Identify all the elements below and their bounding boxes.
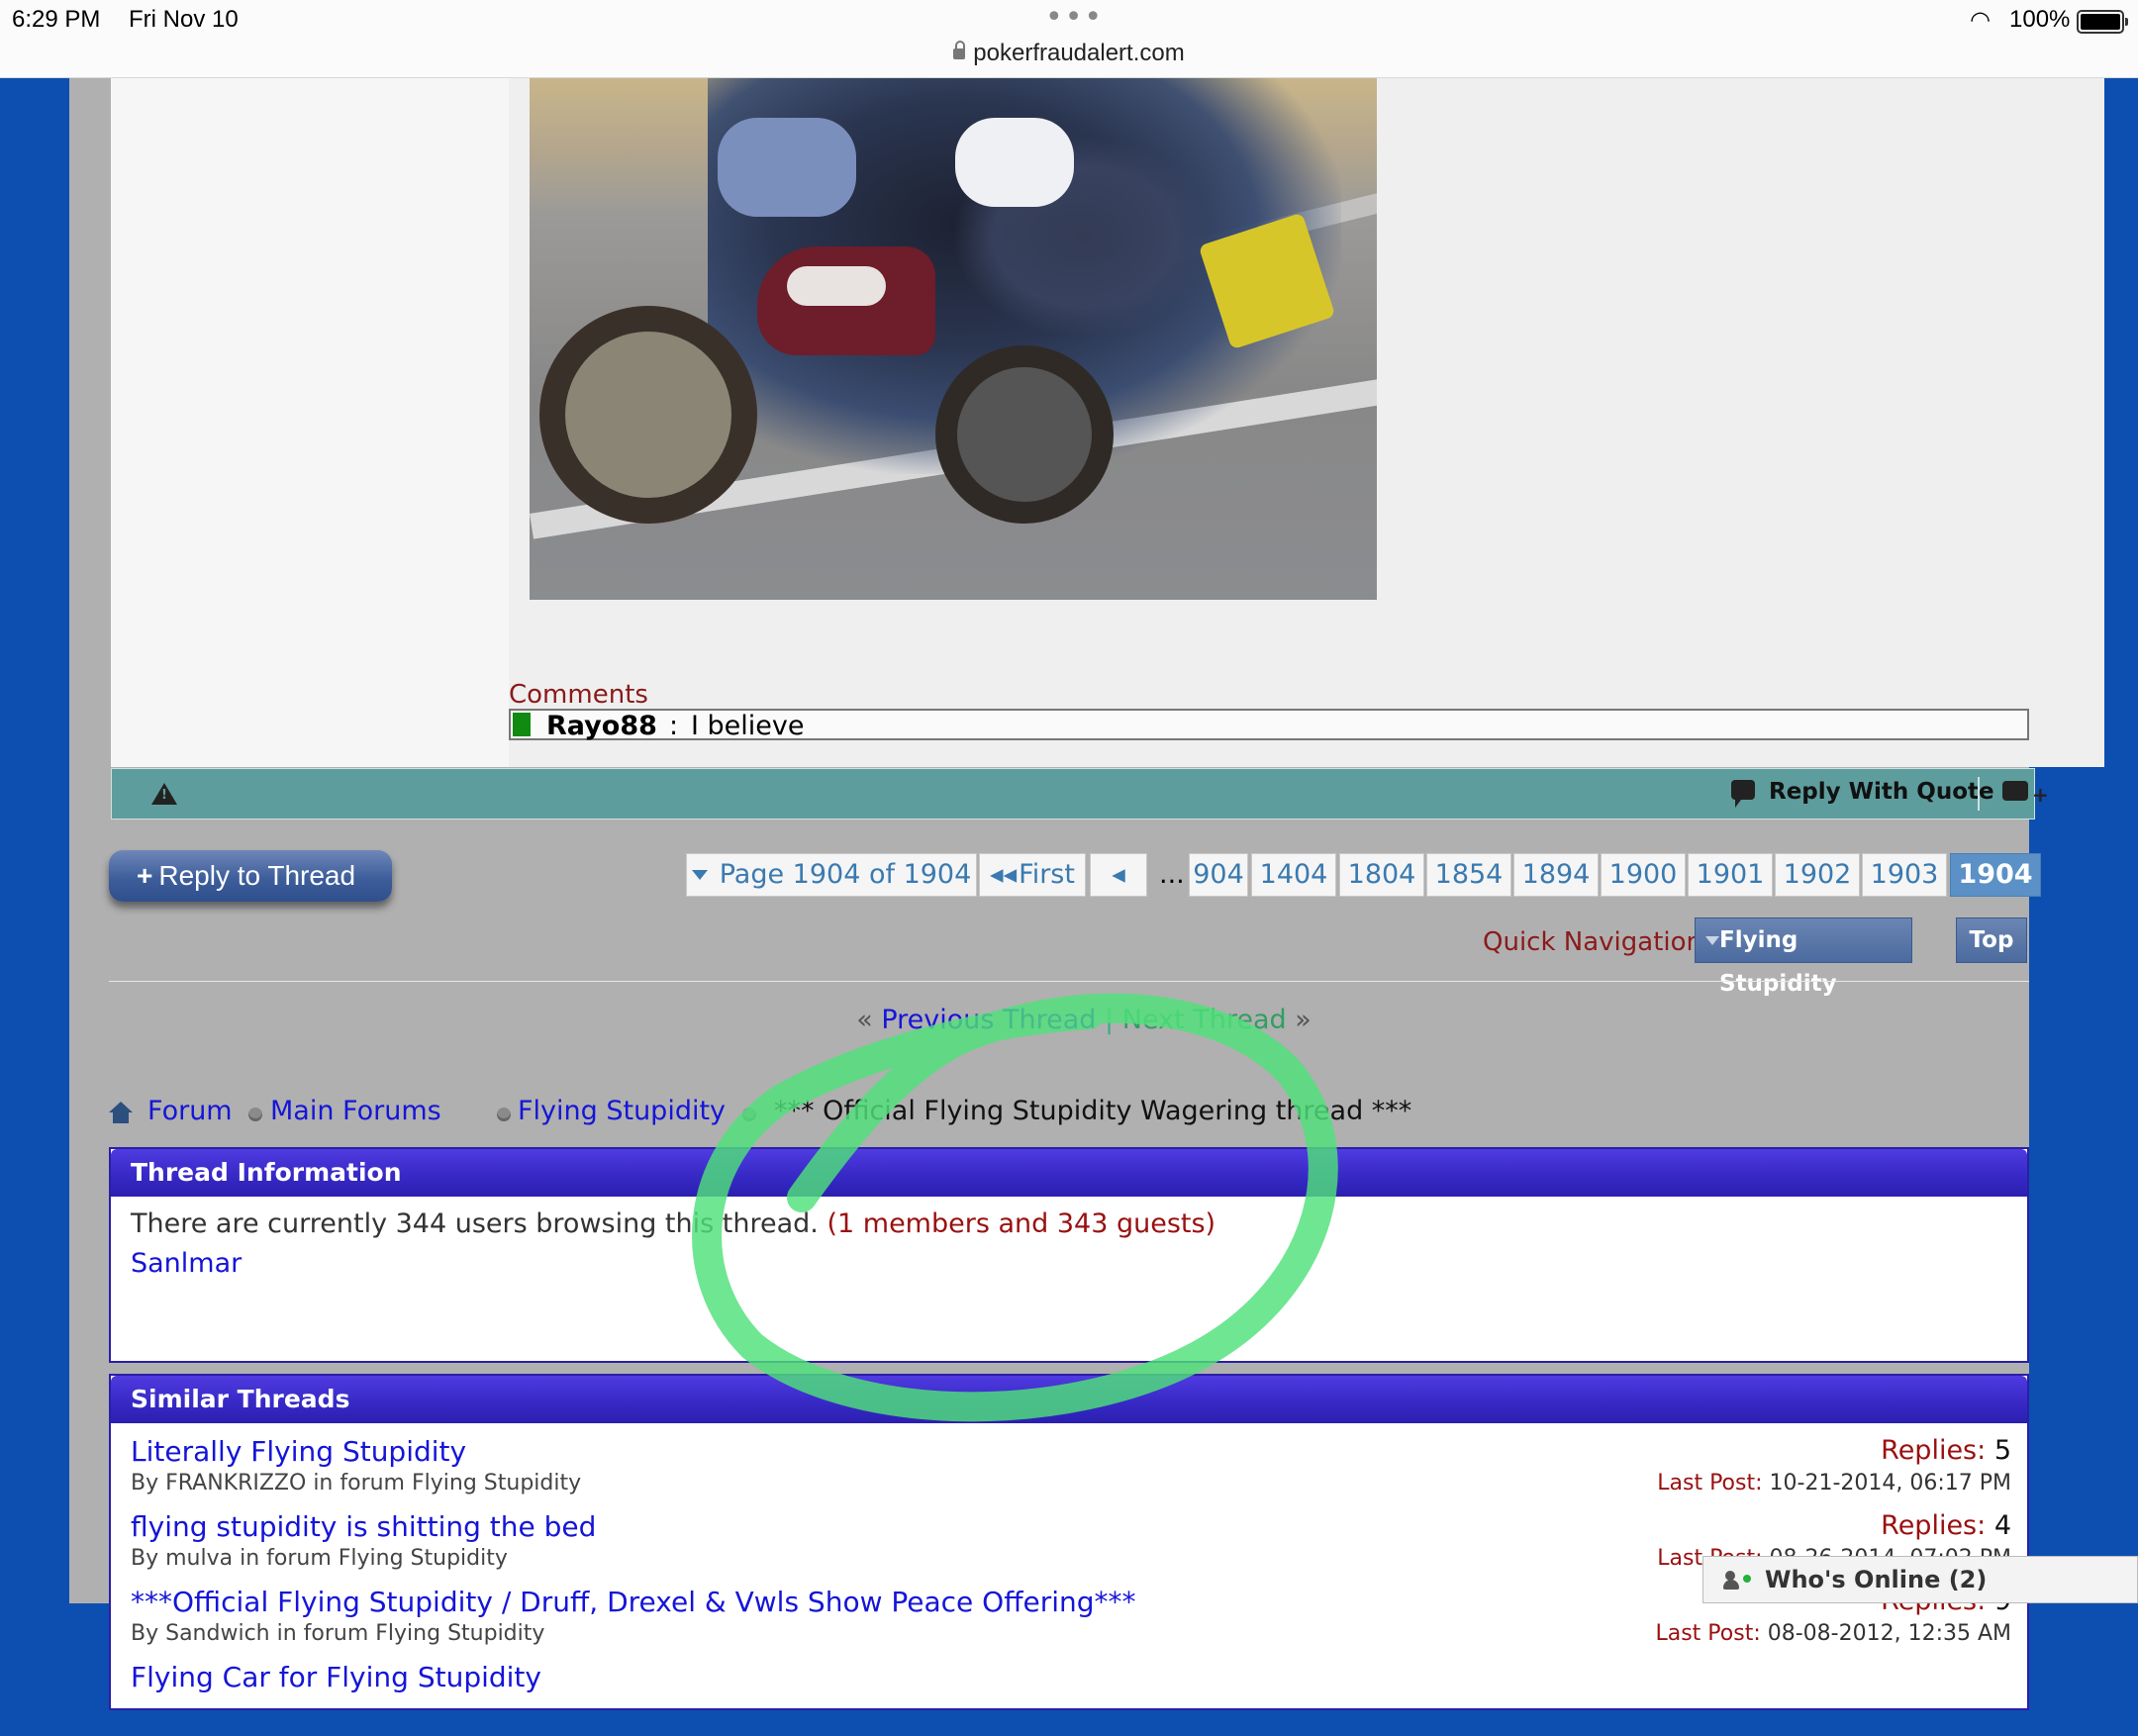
reply-to-thread-button[interactable]: + Reply to Thread (109, 850, 392, 902)
similar-thread-link[interactable]: ***Official Flying Stupidity / Druff, Dr… (131, 1586, 1136, 1618)
battery-icon (2077, 10, 2128, 34)
similar-threads-box: Similar Threads Literally Flying Stupidi… (109, 1374, 2029, 1710)
double-chevron-left-icon: ◂◂ (990, 859, 1018, 890)
status-bar: 6:29 PM Fri Nov 10 ••• pokerfraudalert.c… (0, 0, 2138, 78)
similar-thread-replies: Replies: 4 (1881, 1510, 2011, 1541)
similar-thread-meta: By mulva in forum Flying Stupidity (131, 1546, 508, 1571)
page-link[interactable]: 1894 (1513, 853, 1599, 897)
similar-thread-last-post: Last Post: 08-08-2012, 12:35 AM (1655, 1621, 2011, 1646)
prev-page-button[interactable]: ◂ (1090, 853, 1147, 897)
divider (109, 981, 2029, 982)
home-icon[interactable] (109, 1102, 133, 1123)
previous-thread-link[interactable]: Previous Thread (881, 1005, 1096, 1035)
first-page-button[interactable]: ◂◂First (979, 853, 1086, 897)
address-bar[interactable]: pokerfraudalert.com (0, 40, 2138, 67)
whos-online-label: Who's Online (2) (1765, 1566, 1988, 1593)
breadcrumb-flying-stupidity[interactable]: Flying Stupidity (518, 1096, 726, 1126)
quick-navigation-selected: Flying Stupidity (1719, 927, 1837, 997)
motorcycle-front-wheel (539, 306, 757, 524)
breadcrumb-arrow-icon (497, 1108, 511, 1121)
reply-to-thread-label: Reply to Thread (158, 860, 356, 891)
reply-with-quote-button[interactable]: Reply With Quote (1769, 779, 1994, 805)
users-browsing-summary: There are currently 344 users browsing t… (131, 1208, 819, 1239)
right-quote: » (1295, 1005, 1312, 1035)
status-time: 6:29 PM (12, 6, 101, 33)
similar-thread-row: Literally Flying Stupidity By FRANKRIZZO… (131, 1435, 2011, 1510)
page-summary-dropdown[interactable]: Page 1904 of 1904 (686, 853, 977, 897)
page-link[interactable]: 1903 (1862, 853, 1947, 897)
thread-nav-separator: | (1105, 1005, 1115, 1035)
comment-separator: : (669, 711, 679, 741)
battery-percent: 100% (2009, 6, 2071, 33)
top-button[interactable]: Top (1956, 917, 2027, 963)
page-link[interactable]: 1404 (1251, 853, 1336, 897)
plus-icon: + (137, 860, 153, 891)
similar-thread-row: Flying Car for Flying Stupidity (131, 1661, 2011, 1736)
breadcrumb-arrow-icon (248, 1108, 262, 1121)
comment-text: I believe (691, 711, 805, 741)
next-thread-link[interactable]: Next Thread (1122, 1005, 1287, 1035)
more-options-icon[interactable]: ••• (1045, 0, 1104, 35)
similar-thread-last-post: Last Post: 10-21-2014, 06:17 PM (1657, 1471, 2011, 1495)
similar-thread-link[interactable]: flying stupidity is shitting the bed (131, 1510, 596, 1543)
similar-thread-link[interactable]: Literally Flying Stupidity (131, 1435, 466, 1468)
breadcrumb-forum[interactable]: Forum (147, 1096, 233, 1126)
caret-down-icon (1705, 936, 1719, 945)
browsing-user-link[interactable]: Sanlmar (131, 1248, 242, 1279)
page-link[interactable]: 1902 (1775, 853, 1860, 897)
comments-label: Comments (509, 680, 648, 710)
online-dot-icon (1743, 1575, 1751, 1583)
post-author-column (111, 78, 509, 767)
page-link[interactable]: 904 (1189, 853, 1248, 897)
quote-bubble-icon[interactable] (1731, 780, 1755, 808)
motorcycle-rear-wheel (935, 345, 1114, 524)
comment-row: Rayo88 : I believe (509, 709, 2029, 741)
motorcycle-tank-stripe (787, 266, 886, 306)
report-post-icon[interactable] (151, 783, 177, 805)
thread-navigation: « Previous Thread | Next Thread » (69, 1005, 2098, 1035)
lock-icon (953, 41, 966, 59)
similar-thread-replies: Replies: 5 (1881, 1435, 2011, 1466)
page-link-current[interactable]: 1904 (1950, 853, 2041, 897)
breadcrumb-arrow-icon (742, 1108, 756, 1121)
breadcrumb-main-forums[interactable]: Main Forums (270, 1096, 441, 1126)
left-quote: « (856, 1005, 873, 1035)
footer-divider (1978, 777, 1980, 811)
similar-thread-meta: By Sandwich in forum Flying Stupidity (131, 1621, 545, 1646)
multi-quote-icon[interactable] (2002, 781, 2049, 807)
caret-down-icon (691, 870, 708, 880)
quick-navigation-label: Quick Navigation (1483, 927, 1703, 957)
quick-navigation-select[interactable]: Flying Stupidity (1695, 917, 1912, 997)
rider-shirt (955, 118, 1074, 207)
page-summary-label: Page 1904 of 1904 (719, 859, 972, 890)
comment-flag-icon (513, 713, 531, 736)
status-date: Fri Nov 10 (129, 6, 239, 33)
thread-information-title: Thread Information (111, 1149, 2027, 1197)
wifi-icon: ◠ (1970, 6, 1991, 34)
chevron-left-icon: ◂ (1112, 859, 1125, 890)
rider-shirt (718, 118, 856, 217)
whos-online-button[interactable]: Who's Online (2) (1702, 1556, 2138, 1603)
user-icon (1723, 1571, 1739, 1590)
similar-thread-meta: By FRANKRIZZO in forum Flying Stupidity (131, 1471, 582, 1495)
page-content: Comments Rayo88 : I believe Reply With Q… (69, 78, 2104, 1710)
post-footer-bar: Reply With Quote (111, 768, 2049, 820)
similar-thread-link[interactable]: Flying Car for Flying Stupidity (131, 1661, 541, 1693)
thread-information-box: Thread Information There are currently 3… (109, 1147, 2029, 1363)
users-browsing-text: There are currently 344 users browsing t… (131, 1208, 1215, 1239)
users-browsing-count: (1 members and 343 guests) (826, 1208, 1216, 1239)
post-image[interactable] (530, 78, 1377, 600)
first-page-label: First (1019, 859, 1075, 890)
pagination-ellipsis: ... (1159, 859, 1185, 890)
page-link[interactable]: 1804 (1339, 853, 1424, 897)
page-link[interactable]: 1854 (1426, 853, 1511, 897)
similar-threads-title: Similar Threads (111, 1376, 2027, 1423)
page-link[interactable]: 1900 (1601, 853, 1686, 897)
url-text: pokerfraudalert.com (973, 40, 1185, 66)
breadcrumb-current-thread: *** Official Flying Stupidity Wagering t… (774, 1096, 1412, 1126)
page-link[interactable]: 1901 (1688, 853, 1773, 897)
comment-user-link[interactable]: Rayo88 (546, 711, 657, 741)
